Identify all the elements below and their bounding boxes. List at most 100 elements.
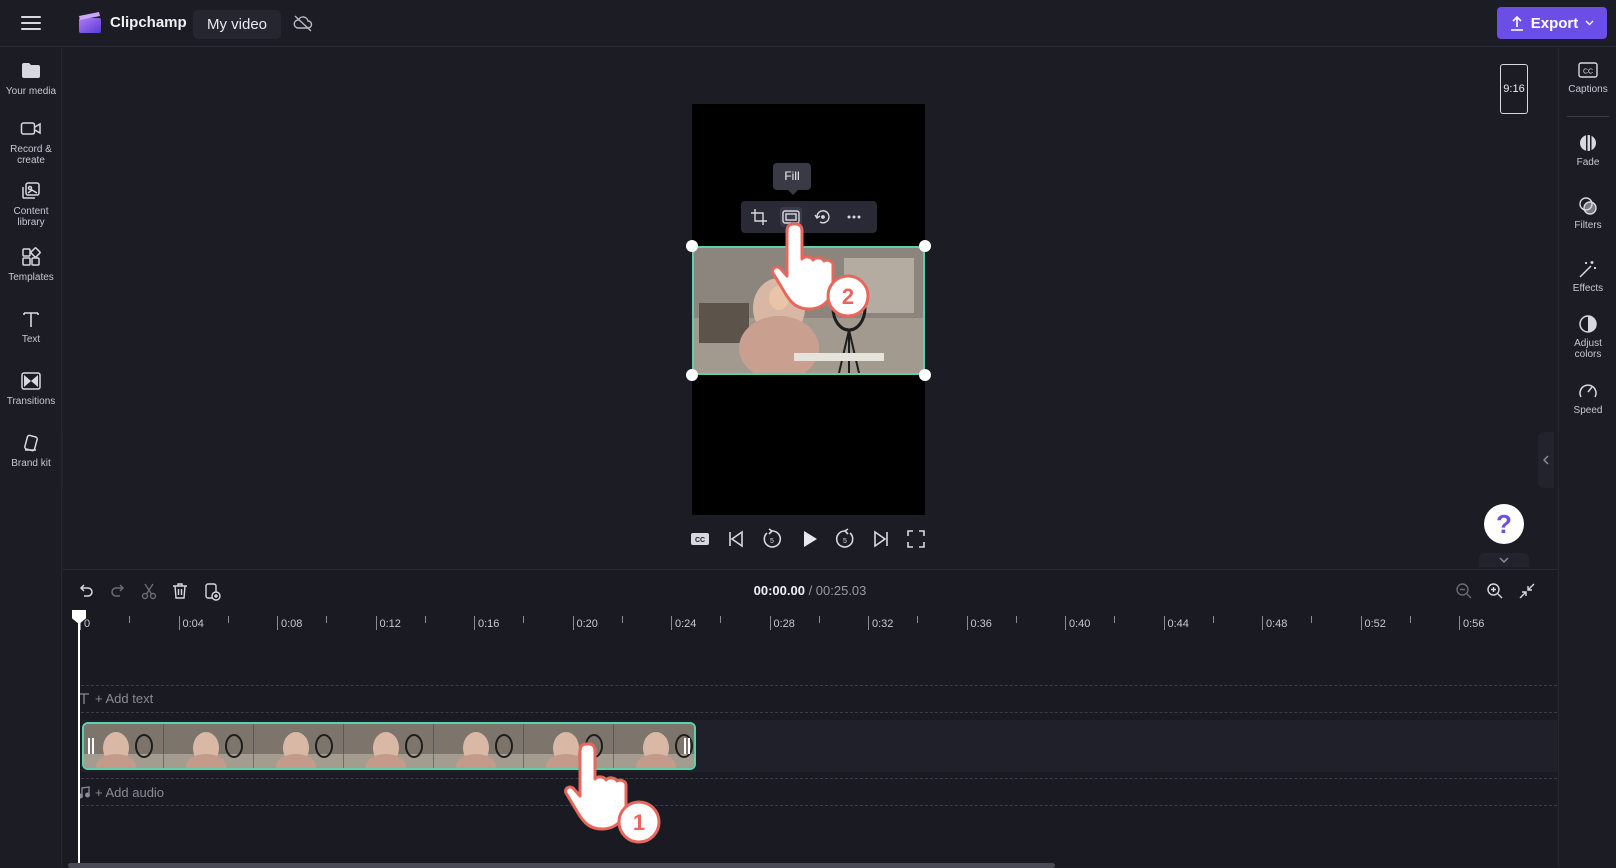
- ruler-label: 0:36: [970, 618, 992, 630]
- playhead[interactable]: [78, 612, 80, 868]
- property-label: Speed: [1573, 405, 1603, 416]
- text-track[interactable]: + Add text: [79, 685, 1557, 713]
- ruler-tick-major: [572, 616, 574, 630]
- chevron-down-icon: [1585, 20, 1594, 26]
- clip-trim-handle-right[interactable]: [684, 738, 690, 754]
- ruler-tick-minor: [227, 616, 229, 623]
- rewind-5-icon[interactable]: 5: [760, 527, 784, 551]
- property-label: Captions: [1568, 84, 1608, 95]
- clip-thumbnail: [254, 724, 345, 768]
- add-audio-label[interactable]: + Add audio: [95, 785, 164, 800]
- transitions-icon: [21, 372, 41, 390]
- sidebar-item-brand-kit[interactable]: Brand kit: [0, 433, 62, 469]
- property-adjust-colors[interactable]: Adjust colors: [1559, 314, 1616, 360]
- timeline-panel: 00:00.00 / 00:25.03 0 0:04 0:08 0:12 0:16 0:2…: [63, 569, 1557, 868]
- export-button[interactable]: Export: [1497, 7, 1607, 39]
- current-time: 00:00.00: [753, 583, 805, 598]
- ruler-tick-minor: [1409, 616, 1411, 623]
- sidebar-item-your-media[interactable]: Your media: [0, 61, 62, 97]
- ruler-label: 0:04: [182, 618, 204, 630]
- adjust-colors-icon: [1579, 315, 1597, 333]
- fit-to-window-icon[interactable]: [1517, 581, 1537, 601]
- zoom-in-icon[interactable]: [1485, 581, 1505, 601]
- ruler-label: 0:12: [379, 618, 401, 630]
- forward-5-icon[interactable]: 5: [833, 527, 857, 551]
- ruler-tick-major: [868, 616, 869, 630]
- right-panel-collapse-button[interactable]: [1538, 432, 1554, 488]
- ruler-tick-major: [1065, 616, 1066, 630]
- sidebar-item-label: Transitions: [6, 396, 56, 407]
- property-effects[interactable]: Effects: [1559, 259, 1616, 294]
- skip-to-end-icon[interactable]: [869, 527, 893, 551]
- resize-handle-bottom-left[interactable]: [686, 369, 698, 381]
- sidebar-item-record-create[interactable]: Record & create: [0, 119, 62, 166]
- help-collapse-button[interactable]: [1479, 553, 1529, 567]
- timeline-scrollbar[interactable]: [68, 863, 1055, 868]
- ruler-tick-major: [1262, 616, 1263, 630]
- property-captions[interactable]: CC Captions: [1559, 60, 1616, 95]
- divider: [1567, 116, 1609, 117]
- crop-icon[interactable]: [749, 207, 771, 227]
- ruler-tick-minor: [523, 616, 525, 623]
- sidebar-item-templates[interactable]: Templates: [0, 247, 62, 283]
- step-2-label: 2: [842, 284, 854, 309]
- ruler-label: 0: [84, 618, 91, 630]
- resize-handle-top-left[interactable]: [686, 240, 698, 252]
- clip-thumbnail: [434, 724, 525, 768]
- sidebar-item-transitions[interactable]: Transitions: [0, 371, 62, 407]
- brand-kit-icon: [24, 434, 38, 452]
- sidebar-item-label: Record & create: [10, 144, 52, 166]
- fade-icon: [1580, 135, 1596, 151]
- sidebar-item-label: Content library: [13, 206, 49, 228]
- play-icon[interactable]: [797, 527, 821, 551]
- ruler-tick-minor: [917, 616, 919, 623]
- ruler-tick-major: [474, 616, 475, 630]
- timecode: 00:00.00 / 00:25.03: [63, 583, 1557, 598]
- sidebar-item-label: Templates: [8, 272, 54, 283]
- ruler-label: 0:24: [675, 618, 697, 630]
- upload-icon: [1510, 15, 1523, 31]
- property-label: Filters: [1574, 220, 1602, 231]
- templates-icon: [22, 247, 41, 266]
- ruler-tick-major: [277, 616, 278, 630]
- ruler-label: 0:32: [872, 618, 894, 630]
- hamburger-menu-icon[interactable]: [18, 12, 44, 34]
- closed-captions-icon[interactable]: CC: [688, 527, 712, 551]
- property-filters[interactable]: Filters: [1559, 196, 1616, 231]
- time-ruler[interactable]: 0 0:04 0:08 0:12 0:16 0:20 0:24 0:28 0:32 0:36 0:4…: [63, 612, 1557, 638]
- resize-handle-top-right[interactable]: [919, 240, 931, 252]
- clipchamp-logo-icon: [79, 12, 101, 33]
- clip-trim-handle-left[interactable]: [88, 738, 94, 754]
- sidebar-item-text[interactable]: Text: [0, 309, 62, 345]
- add-text-label[interactable]: + Add text: [95, 691, 153, 706]
- speed-icon: [1579, 384, 1597, 398]
- sidebar-item-content-library[interactable]: Content library: [0, 181, 62, 228]
- filters-icon: [1579, 197, 1597, 215]
- zoom-out-icon[interactable]: [1454, 581, 1474, 601]
- camera-icon: [20, 122, 41, 135]
- ruler-tick-minor: [129, 616, 131, 623]
- ruler-tick-major: [178, 616, 180, 630]
- ruler-label: 0:40: [1069, 618, 1091, 630]
- help-button[interactable]: ?: [1484, 504, 1524, 544]
- app-name: Clipchamp: [110, 14, 187, 31]
- svg-text:5: 5: [843, 538, 847, 545]
- ruler-label: 0:48: [1266, 618, 1288, 630]
- hand-pointer-annotation-2: 2: [771, 222, 870, 318]
- resize-handle-bottom-right[interactable]: [919, 369, 931, 381]
- left-sidebar: Your media Record & create Content libra…: [0, 48, 62, 867]
- total-time: / 00:25.03: [808, 583, 867, 598]
- ruler-tick-minor: [818, 616, 820, 623]
- skip-to-start-icon[interactable]: [724, 527, 748, 551]
- property-fade[interactable]: Fade: [1559, 133, 1616, 168]
- audio-track[interactable]: + Add audio: [78, 778, 1557, 806]
- cloud-off-icon[interactable]: [293, 14, 313, 32]
- aspect-ratio-button[interactable]: 9:16: [1500, 64, 1528, 114]
- video-name-field[interactable]: My video: [193, 10, 282, 39]
- top-bar: Clipchamp My video Export: [0, 0, 1616, 47]
- export-label: Export: [1530, 14, 1579, 32]
- fullscreen-icon[interactable]: [904, 527, 928, 551]
- svg-text:CC: CC: [1583, 69, 1593, 76]
- fill-tooltip: Fill: [773, 163, 811, 195]
- property-speed[interactable]: Speed: [1559, 381, 1616, 416]
